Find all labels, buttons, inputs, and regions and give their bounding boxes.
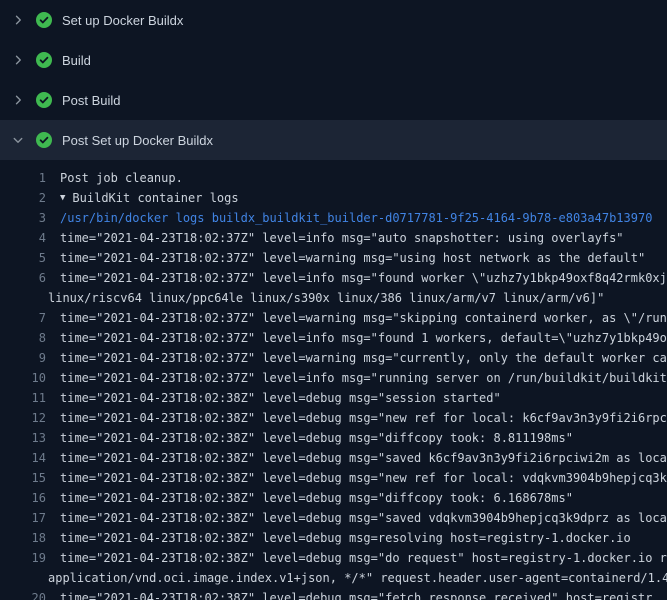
log-line-continuation: linux/riscv64 linux/ppc64le linux/s390x … [0,288,667,308]
check-circle-icon [36,52,52,68]
log-line-text: time="2021-04-23T18:02:37Z" level=warnin… [60,348,667,368]
log-line: 5 time="2021-04-23T18:02:37Z" level=warn… [0,248,667,268]
log-line: 10 time="2021-04-23T18:02:37Z" level=inf… [0,368,667,388]
log-line-number[interactable]: 8 [0,328,46,348]
check-circle-icon [36,12,52,28]
log-line-text: /usr/bin/docker logs buildx_buildkit_bui… [60,208,652,228]
log-line-text: time="2021-04-23T18:02:38Z" level=debug … [60,588,652,600]
log-line: 3 /usr/bin/docker logs buildx_buildkit_b… [0,208,667,228]
log-line-number[interactable]: 9 [0,348,46,368]
log-line-text: time="2021-04-23T18:02:38Z" level=debug … [60,428,573,448]
log-line-number[interactable]: 16 [0,488,46,508]
step-title: Set up Docker Buildx [62,13,183,28]
actions-log-viewer: Set up Docker Buildx Build Post Buil [0,0,667,600]
log-line-number[interactable]: 12 [0,408,46,428]
log-line-number[interactable]: 13 [0,428,46,448]
log-line-continuation: application/vnd.oci.image.index.v1+json,… [0,568,667,588]
log-line: 7 time="2021-04-23T18:02:37Z" level=warn… [0,308,667,328]
log-line: 20 time="2021-04-23T18:02:38Z" level=deb… [0,588,667,600]
log-line-text: time="2021-04-23T18:02:37Z" level=info m… [60,368,667,388]
step-list: Set up Docker Buildx Build Post Buil [0,0,667,160]
step-header[interactable]: Post Set up Docker Buildx [0,120,667,160]
log-line-text: time="2021-04-23T18:02:37Z" level=info m… [60,228,624,248]
log-line: 17 time="2021-04-23T18:02:38Z" level=deb… [0,508,667,528]
step-header[interactable]: Set up Docker Buildx [0,0,667,40]
log-line-text: time="2021-04-23T18:02:37Z" level=info m… [60,268,667,288]
log-line: 14 time="2021-04-23T18:02:38Z" level=deb… [0,448,667,468]
log-line: 4 time="2021-04-23T18:02:37Z" level=info… [0,228,667,248]
log-line: 2 ▼ BuildKit container logs [0,188,667,208]
chevron-icon[interactable] [10,132,26,148]
log-line: 19 time="2021-04-23T18:02:38Z" level=deb… [0,548,667,568]
log-line-number[interactable] [0,568,46,588]
log-line-text: time="2021-04-23T18:02:38Z" level=debug … [60,408,667,428]
chevron-icon[interactable] [10,92,26,108]
log-line-text: time="2021-04-23T18:02:37Z" level=info m… [60,328,667,348]
log-line-number[interactable]: 17 [0,508,46,528]
log-line-number[interactable]: 11 [0,388,46,408]
log-line-text: time="2021-04-23T18:02:38Z" level=debug … [60,508,667,528]
log-line-number[interactable]: 15 [0,468,46,488]
log-line-text: time="2021-04-23T18:02:38Z" level=debug … [60,468,667,488]
log-line-number[interactable]: 20 [0,588,46,600]
log-line-text: time="2021-04-23T18:02:38Z" level=debug … [60,448,667,468]
log-line-number[interactable]: 2 [0,188,46,208]
log-line-number[interactable]: 1 [0,168,46,188]
log-line: 8 time="2021-04-23T18:02:37Z" level=info… [0,328,667,348]
log-line-number[interactable]: 6 [0,268,46,288]
disclosure-triangle-icon[interactable]: ▼ [60,188,65,208]
log-line-number[interactable]: 10 [0,368,46,388]
step-title: Post Set up Docker Buildx [62,133,213,148]
log-line-number[interactable]: 19 [0,548,46,568]
log-line: 18 time="2021-04-23T18:02:38Z" level=deb… [0,528,667,548]
chevron-icon[interactable] [10,12,26,28]
log-line-number[interactable]: 4 [0,228,46,248]
chevron-icon[interactable] [10,52,26,68]
log-line-text: time="2021-04-23T18:02:38Z" level=debug … [60,388,501,408]
log-line: 13 time="2021-04-23T18:02:38Z" level=deb… [0,428,667,448]
log-line-number[interactable]: 14 [0,448,46,468]
log-line: 1 Post job cleanup. [0,168,667,188]
log-line: 16 time="2021-04-23T18:02:38Z" level=deb… [0,488,667,508]
log-line-text: application/vnd.oci.image.index.v1+json,… [48,568,667,588]
log-line-number[interactable]: 5 [0,248,46,268]
log-line-number[interactable]: 7 [0,308,46,328]
check-circle-icon [36,132,52,148]
step-title: Post Build [62,93,121,108]
log-line-number[interactable] [0,288,46,308]
log-line-text: time="2021-04-23T18:02:38Z" level=debug … [60,488,573,508]
log-line: 12 time="2021-04-23T18:02:38Z" level=deb… [0,408,667,428]
log-line: 11 time="2021-04-23T18:02:38Z" level=deb… [0,388,667,408]
log-line-text: time="2021-04-23T18:02:37Z" level=warnin… [60,248,645,268]
log-line-text: time="2021-04-23T18:02:38Z" level=debug … [60,528,631,548]
log-line: 9 time="2021-04-23T18:02:37Z" level=warn… [0,348,667,368]
check-circle-icon [36,92,52,108]
step-title: Build [62,53,91,68]
log-line-text: time="2021-04-23T18:02:37Z" level=warnin… [60,308,667,328]
log-area: 1 Post job cleanup. 2 ▼ BuildKit containe… [0,160,667,600]
step-header[interactable]: Post Build [0,80,667,120]
log-line-number[interactable]: 3 [0,208,46,228]
log-line-text: linux/riscv64 linux/ppc64le linux/s390x … [48,288,604,308]
log-line-text: time="2021-04-23T18:02:38Z" level=debug … [60,548,667,568]
log-line-text: BuildKit container logs [72,188,238,208]
log-line: 15 time="2021-04-23T18:02:38Z" level=deb… [0,468,667,488]
log-line-text: Post job cleanup. [60,168,183,188]
log-line: 6 time="2021-04-23T18:02:37Z" level=info… [0,268,667,288]
step-header[interactable]: Build [0,40,667,80]
log-line-number[interactable]: 18 [0,528,46,548]
